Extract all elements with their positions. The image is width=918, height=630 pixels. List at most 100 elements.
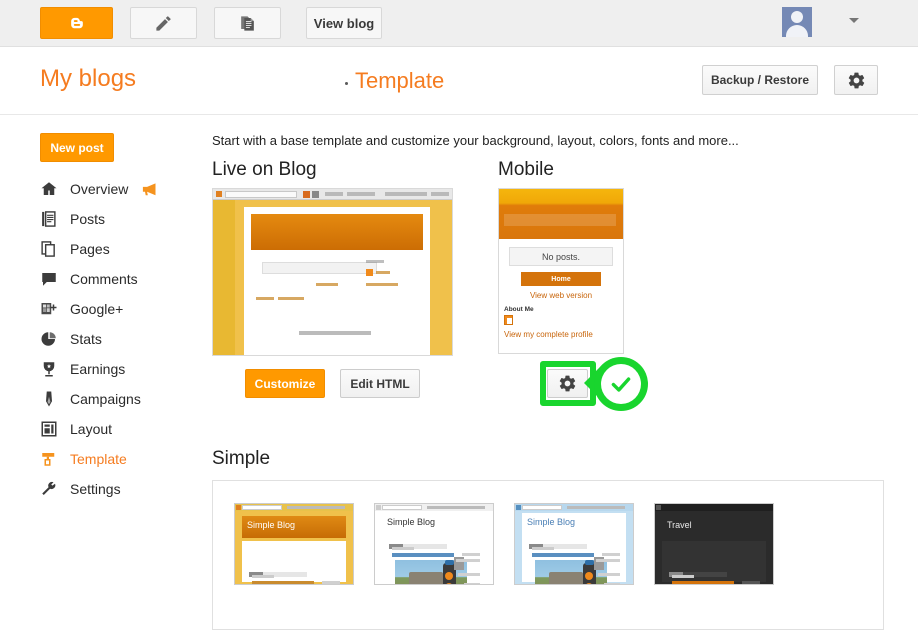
mobile-header-banner — [499, 189, 623, 239]
thumb-browser-icon — [656, 505, 661, 510]
sidebar-item-layout[interactable]: Layout — [0, 414, 200, 444]
new-post-pencil-button[interactable] — [130, 7, 197, 39]
thumb-post-title — [672, 581, 734, 585]
thumb-sidebar-line — [464, 583, 480, 585]
thumb-sidebar-line — [596, 559, 620, 562]
layout-icon — [40, 419, 62, 439]
thumb-browser-icon — [516, 505, 521, 510]
sidebar-item-overview[interactable]: Overview — [0, 174, 200, 204]
breadcrumb-dot-icon — [345, 82, 348, 85]
template-thumbnail[interactable]: Simple Blog — [234, 503, 354, 585]
pencil-icon — [154, 14, 173, 33]
template-thumbnail[interactable]: Simple Blog — [514, 503, 634, 585]
thumb-title: Simple Blog — [527, 517, 575, 527]
sidebar-item-label: Earnings — [70, 361, 125, 377]
browser-tab-icon — [303, 191, 310, 198]
view-blog-label: View blog — [314, 16, 374, 31]
blogger-logo-icon — [67, 13, 87, 33]
docs-icon — [238, 14, 257, 33]
sidebar-item-label: Template — [70, 451, 127, 467]
template-settings-button[interactable] — [834, 65, 878, 95]
mobile-view-profile-link[interactable]: View my complete profile — [504, 330, 593, 339]
preview-sidebar-line — [366, 260, 384, 263]
thumb-url-bar — [522, 505, 562, 510]
mobile-template-settings-button[interactable] — [547, 369, 588, 398]
preview-text-line — [376, 271, 390, 274]
thumb-browser-icon — [376, 505, 381, 510]
edit-html-label: Edit HTML — [350, 377, 409, 391]
sidebar-item-campaigns[interactable]: Campaigns — [0, 384, 200, 414]
thumb-sidebar-line — [462, 553, 480, 556]
sidebar-item-earnings[interactable]: Earnings — [0, 354, 200, 384]
live-on-blog-heading: Live on Blog — [212, 159, 317, 181]
paint-roller-icon — [40, 449, 62, 469]
thumb-photo-dot — [445, 572, 453, 580]
thumb-url-bar — [242, 505, 282, 510]
mobile-view-web-version-link[interactable]: View web version — [499, 291, 623, 300]
thumb-photo-bottle-cap — [585, 560, 594, 565]
blogger-home-button[interactable] — [40, 7, 113, 39]
thumb-browser-icon — [236, 505, 241, 510]
mobile-banner-title-bar — [504, 214, 616, 226]
pages-icon — [40, 239, 62, 259]
reading-list-button[interactable] — [214, 7, 281, 39]
preview-text-line — [278, 297, 304, 300]
thumb-photo-dot — [445, 583, 453, 585]
thumb-body: Travel — [655, 511, 773, 584]
sidebar-item-stats[interactable]: Stats — [0, 324, 200, 354]
thumb-sidebar-line — [322, 581, 340, 584]
thumb-photo-dot — [585, 572, 593, 580]
view-blog-button[interactable]: View blog — [306, 7, 382, 39]
annotation-connector — [597, 371, 627, 395]
template-thumbnail[interactable]: Travel — [654, 503, 774, 585]
sidebar-item-posts[interactable]: Posts — [0, 204, 200, 234]
megaphone-icon[interactable] — [140, 182, 157, 196]
sidebar-item-pages[interactable]: Pages — [0, 234, 200, 264]
live-blog-preview[interactable] — [212, 188, 453, 356]
my-blogs-link[interactable]: My blogs — [40, 65, 136, 93]
thumb-browser-chrome — [655, 504, 773, 511]
avatar[interactable] — [782, 7, 812, 37]
browser-icon — [216, 191, 222, 197]
preview-text-line — [366, 283, 398, 286]
edit-html-button[interactable]: Edit HTML — [340, 369, 420, 398]
mobile-profile-image — [504, 315, 513, 325]
thumb-post-title — [252, 581, 314, 585]
wrench-icon — [40, 479, 62, 499]
new-post-button[interactable]: New post — [40, 133, 114, 162]
chevron-down-icon[interactable] — [849, 18, 859, 23]
mobile-home-button[interactable]: Home — [521, 272, 601, 286]
sidebar-item-label: Layout — [70, 421, 112, 437]
mobile-preview[interactable]: No posts. Home View web version About Me… — [498, 188, 624, 354]
thumb-browser-chrome — [515, 504, 633, 511]
checkmark-icon — [608, 371, 634, 397]
preview-post-box — [262, 262, 377, 274]
browser-tab-icon-2 — [312, 191, 319, 198]
template-thumbnail[interactable]: Simple Blog — [374, 503, 494, 585]
sidebar-item-google-plus[interactable]: Google+ — [0, 294, 200, 324]
backup-restore-button[interactable]: Backup / Restore — [702, 65, 818, 95]
thumb-page — [662, 541, 766, 582]
preview-profile-icon — [366, 269, 373, 276]
sidebar-nav: Overview Posts Pages — [0, 174, 200, 504]
sidebar-item-label: Comments — [70, 271, 138, 287]
preview-browser-chrome — [213, 189, 453, 200]
sidebar-item-label: Overview — [70, 181, 128, 197]
gear-icon — [558, 374, 577, 393]
page-title[interactable]: Template — [355, 68, 444, 94]
top-toolbar: View blog — [0, 0, 918, 47]
thumb-title: Simple Blog — [247, 520, 295, 530]
preview-header-banner — [251, 214, 423, 250]
sidebar-item-label: Stats — [70, 331, 102, 347]
sidebar-item-settings[interactable]: Settings — [0, 474, 200, 504]
thumb-sidebar-line — [598, 573, 620, 576]
customize-button[interactable]: Customize — [245, 369, 325, 398]
simple-heading: Simple — [212, 448, 270, 470]
preview-page — [244, 207, 430, 355]
customize-label: Customize — [255, 377, 316, 391]
pie-chart-icon — [40, 329, 62, 349]
browser-text — [385, 192, 427, 196]
sidebar-item-template[interactable]: Template — [0, 444, 200, 474]
sidebar-item-comments[interactable]: Comments — [0, 264, 200, 294]
campaigns-icon — [40, 389, 62, 409]
